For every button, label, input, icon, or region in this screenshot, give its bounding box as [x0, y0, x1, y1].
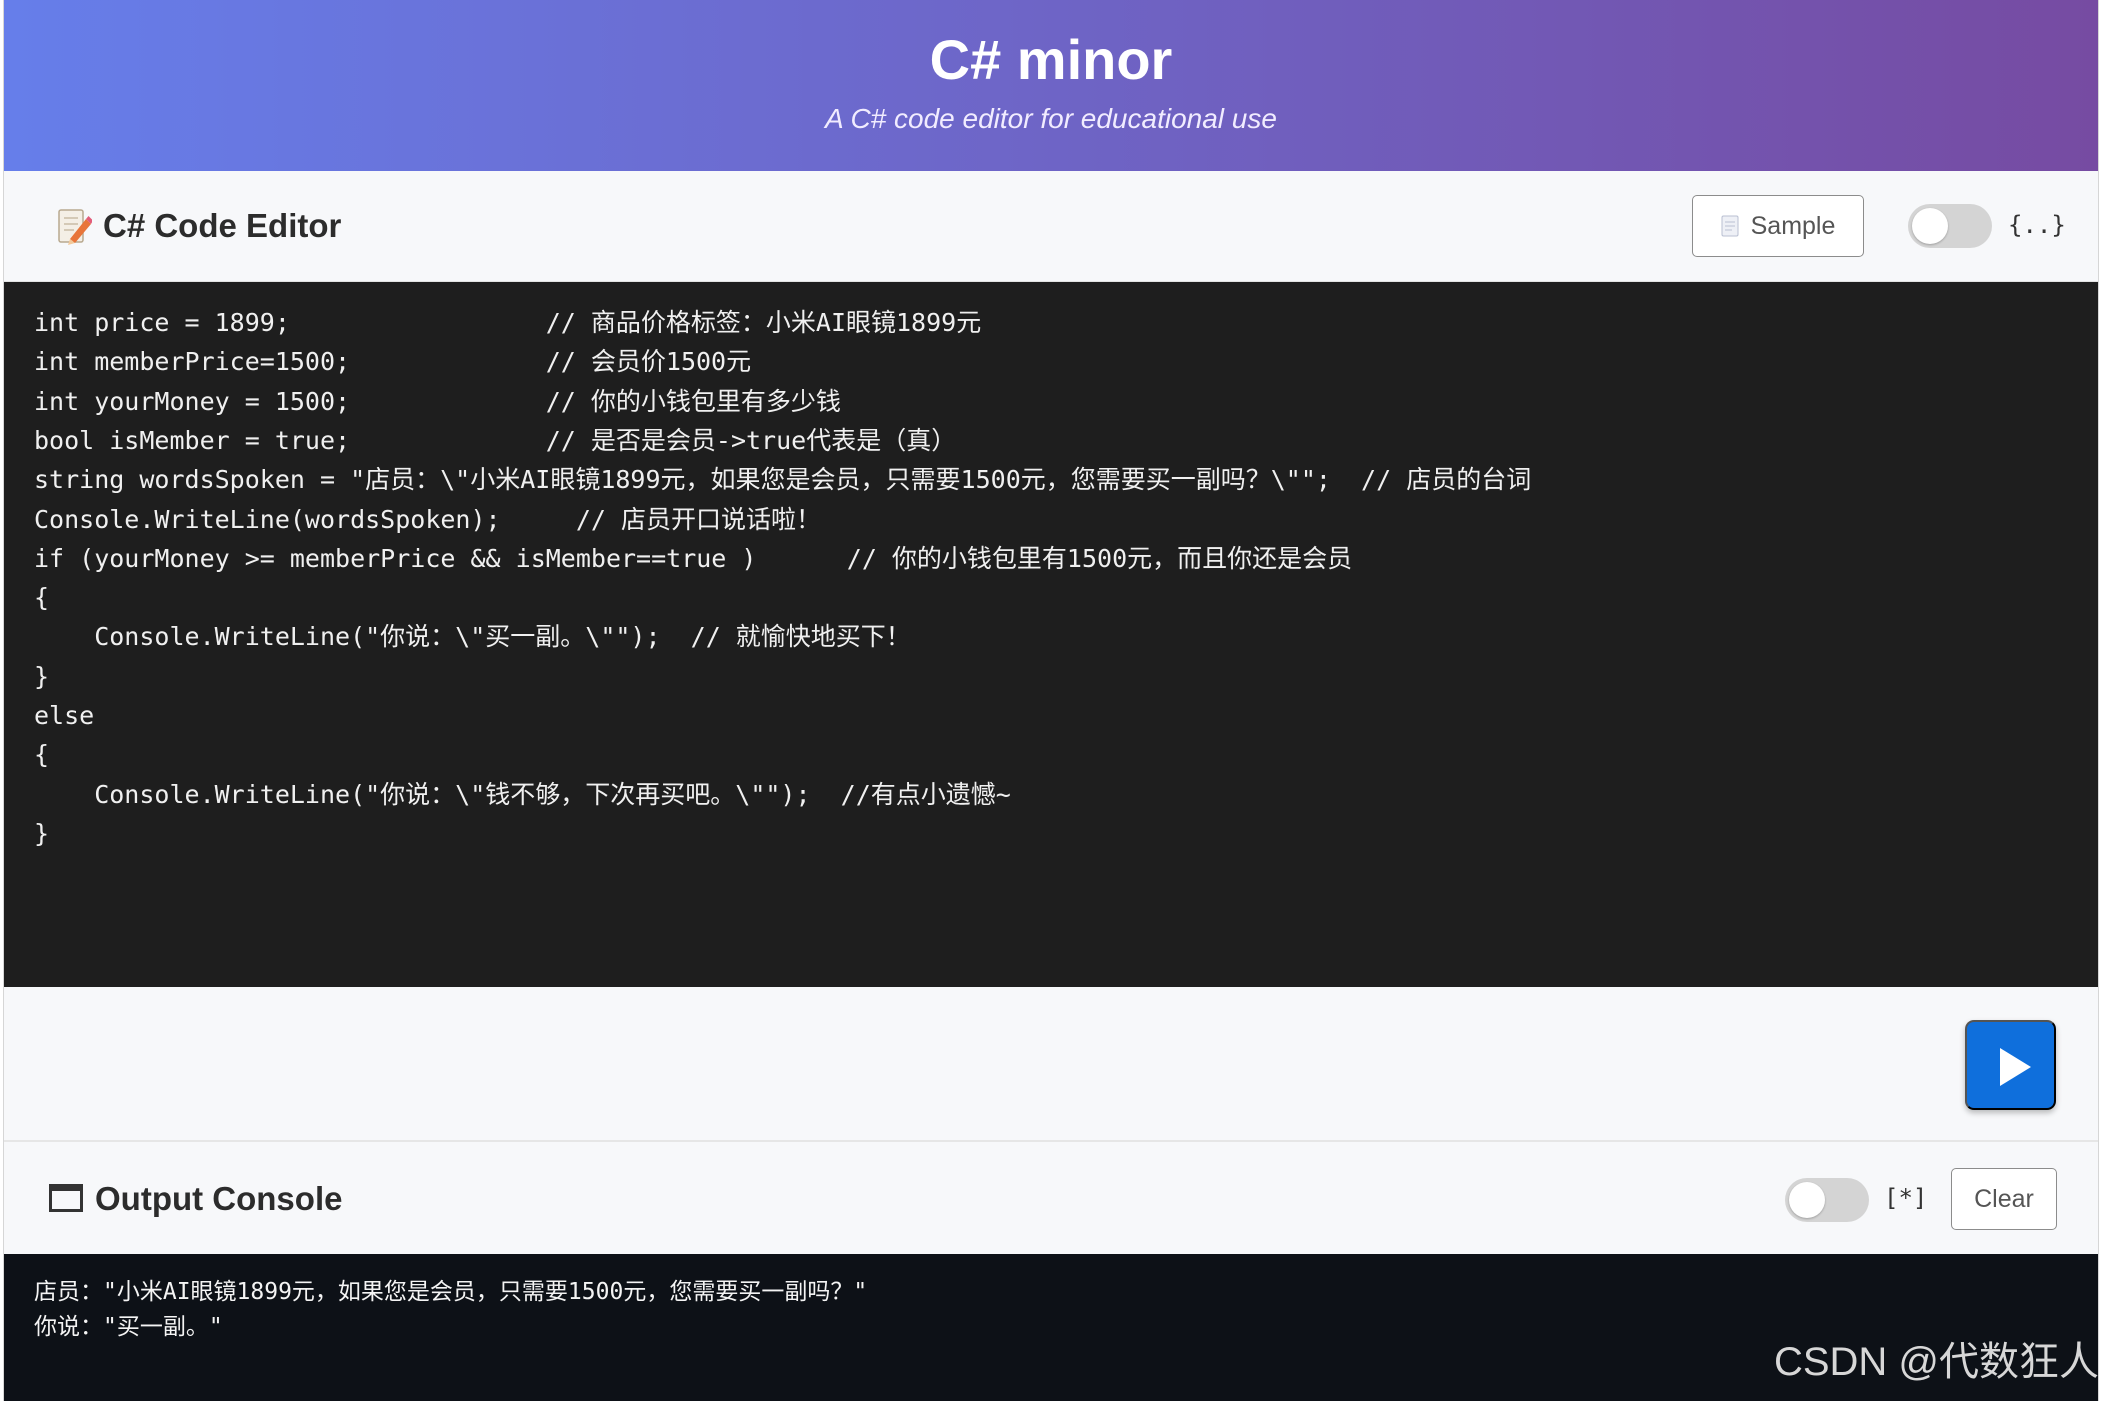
code-editor[interactable]: int price = 1899; // 商品价格标签：小米AI眼镜1899元 i… — [4, 282, 2098, 987]
editor-title: C# Code Editor — [103, 207, 342, 244]
app-window: C# minor A C# code editor for educationa… — [3, 0, 2099, 1401]
code-line: if (yourMoney >= memberPrice && isMember… — [34, 543, 1353, 573]
output-toggle-label: [*] — [1884, 1184, 1928, 1212]
code-line: } — [34, 661, 50, 691]
code-line: bool isMember = true; // 是否是会员->true代表是（… — [34, 425, 957, 455]
code-line: string wordsSpoken = "店员：\"小米AI眼镜1899元，如… — [34, 465, 1532, 495]
window-icon — [49, 1184, 83, 1212]
code-line: else — [34, 701, 95, 730]
code-line: Console.WriteLine("你说：\"钱不够，下次再买吧。\""); … — [34, 779, 1011, 809]
code-line: int yourMoney = 1500; // 你的小钱包里有多少钱 — [34, 386, 841, 416]
code-line: int price = 1899; // 商品价格标签：小米AI眼镜1899元 — [34, 308, 982, 337]
code-line: } — [34, 818, 50, 848]
memo-pencil-icon — [58, 209, 92, 245]
code-line: Console.WriteLine("你说：\"买一副。\""); // 就愉快… — [34, 622, 911, 652]
clear-button[interactable]: Clear — [1951, 1168, 2057, 1230]
console-line: 你说："买一副。" — [34, 1314, 223, 1340]
watermark: CSDN @代数狂人 — [1773, 1340, 2099, 1384]
sample-button[interactable]: Sample — [1692, 195, 1864, 257]
output-toggle[interactable] — [1785, 1178, 1869, 1222]
app-subtitle: A C# code editor for educational use — [825, 103, 1277, 134]
run-button[interactable] — [1965, 1020, 2056, 1110]
code-line: { — [34, 583, 50, 613]
app-title: C# minor — [929, 28, 1173, 91]
code-line: { — [34, 740, 50, 770]
toggle-knob — [1912, 208, 1948, 244]
toggle-knob — [1789, 1182, 1825, 1218]
app-header: C# minor A C# code editor for educationa… — [4, 0, 2098, 171]
code-line: int memberPrice=1500; // 会员价1500元 — [34, 347, 752, 377]
editor-header: C# Code Editor Sample {..} — [4, 171, 2098, 282]
output-header: Output Console [*] Clear — [4, 1142, 2098, 1254]
run-bar — [4, 987, 2098, 1142]
console-line: 店员："小米AI眼镜1899元，如果您是会员，只需要1500元，您需要买一副吗？… — [34, 1279, 868, 1305]
code-line: Console.WriteLine(wordsSpoken); // 店员开口说… — [34, 504, 822, 534]
format-toggle-label: {..} — [2008, 211, 2066, 239]
sample-button-label: Sample — [1750, 211, 1836, 240]
output-title: Output Console — [95, 1180, 343, 1217]
format-toggle[interactable] — [1908, 204, 1992, 248]
document-icon — [1721, 215, 1739, 237]
play-icon — [2000, 1048, 2031, 1086]
